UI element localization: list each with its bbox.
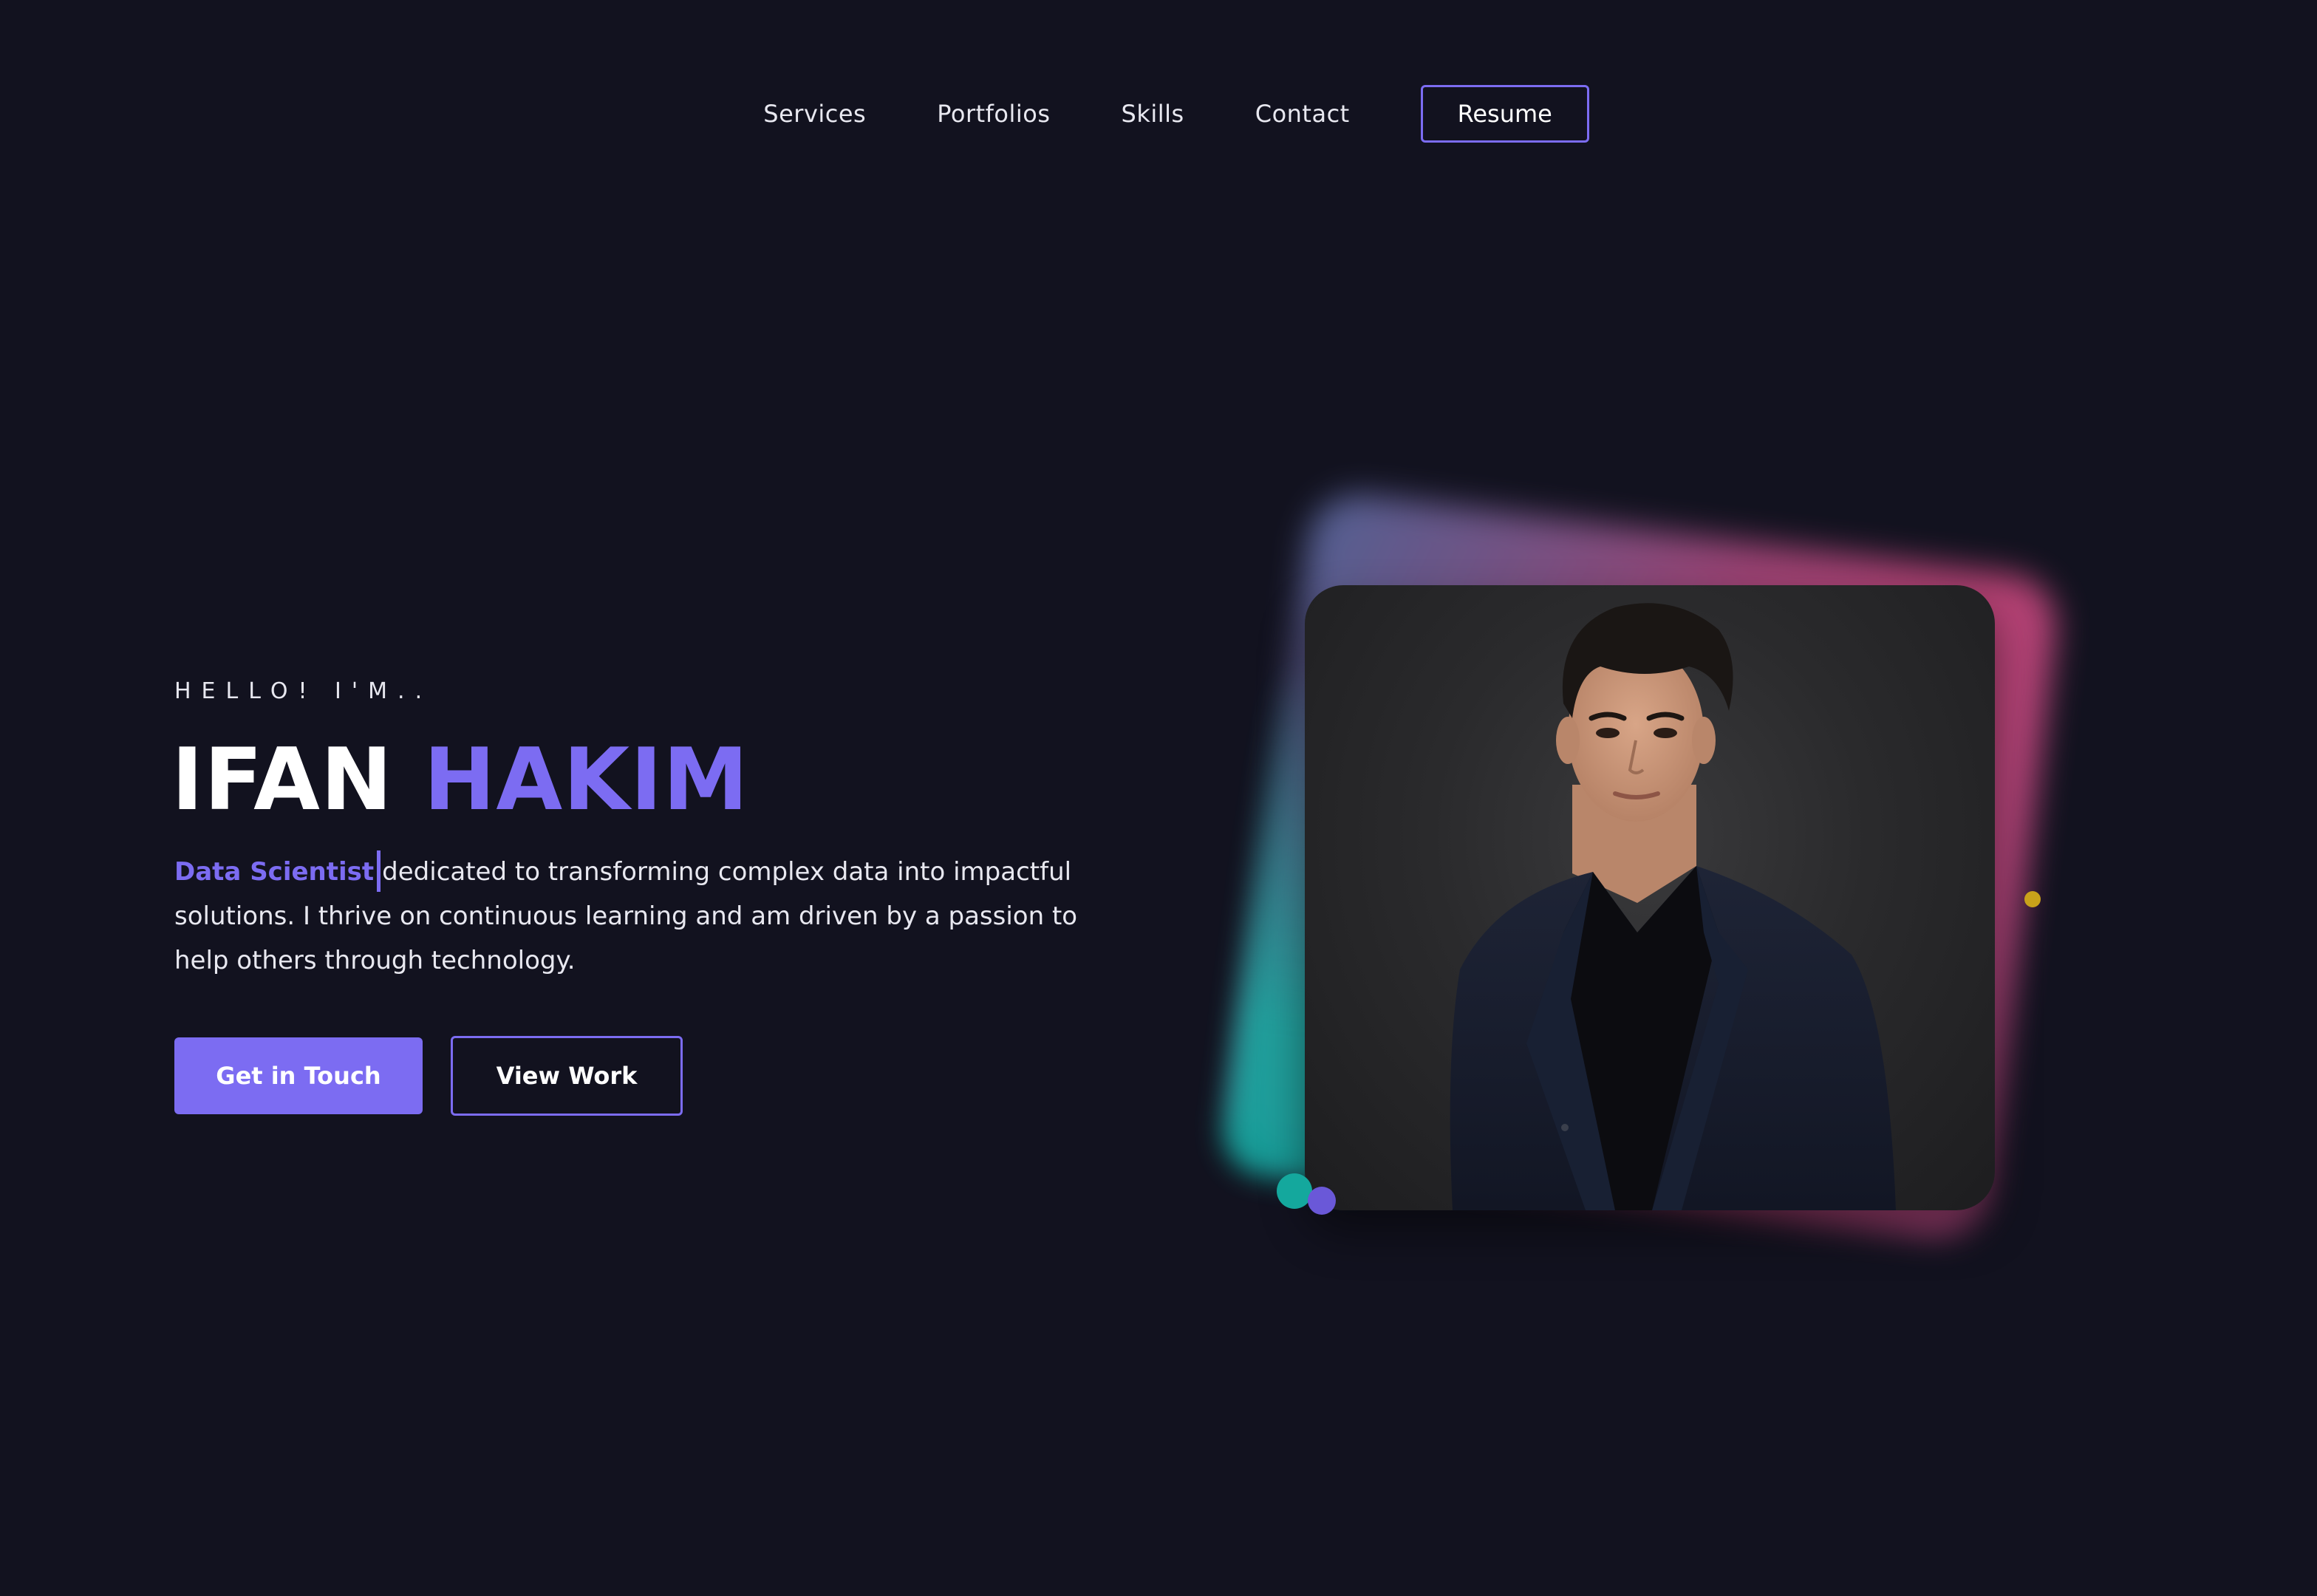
typing-caret — [377, 850, 381, 892]
purple-dot-decoration — [1308, 1187, 1336, 1215]
hero-bio: Data Scientist dedicated to transforming … — [174, 850, 1120, 983]
yellow-dot-decoration — [2024, 891, 2041, 907]
teal-dot-decoration — [1277, 1173, 1312, 1209]
role-title: Data Scientist — [174, 857, 375, 887]
nav-link-portfolios[interactable]: Portfolios — [937, 100, 1050, 128]
top-nav: Services Portfolios Skills Contact Resum… — [0, 83, 2317, 145]
nav-link-skills[interactable]: Skills — [1122, 100, 1184, 128]
hero-greeting: HELLO! I'M.. — [174, 678, 433, 704]
hero-name: IFAN HAKIM — [171, 729, 749, 832]
nav-link-contact[interactable]: Contact — [1255, 100, 1350, 128]
nav-link-services[interactable]: Services — [763, 100, 866, 128]
page: Services Portfolios Skills Contact Resum… — [0, 0, 2317, 1596]
first-name: IFAN — [171, 730, 393, 830]
resume-button[interactable]: Resume — [1420, 85, 1589, 143]
view-work-button[interactable]: View Work — [451, 1036, 683, 1116]
portrait-illustration — [1450, 603, 1896, 1210]
get-in-touch-button[interactable]: Get in Touch — [174, 1037, 423, 1114]
last-name: HAKIM — [423, 730, 749, 830]
portrait-photo — [1305, 585, 1995, 1210]
